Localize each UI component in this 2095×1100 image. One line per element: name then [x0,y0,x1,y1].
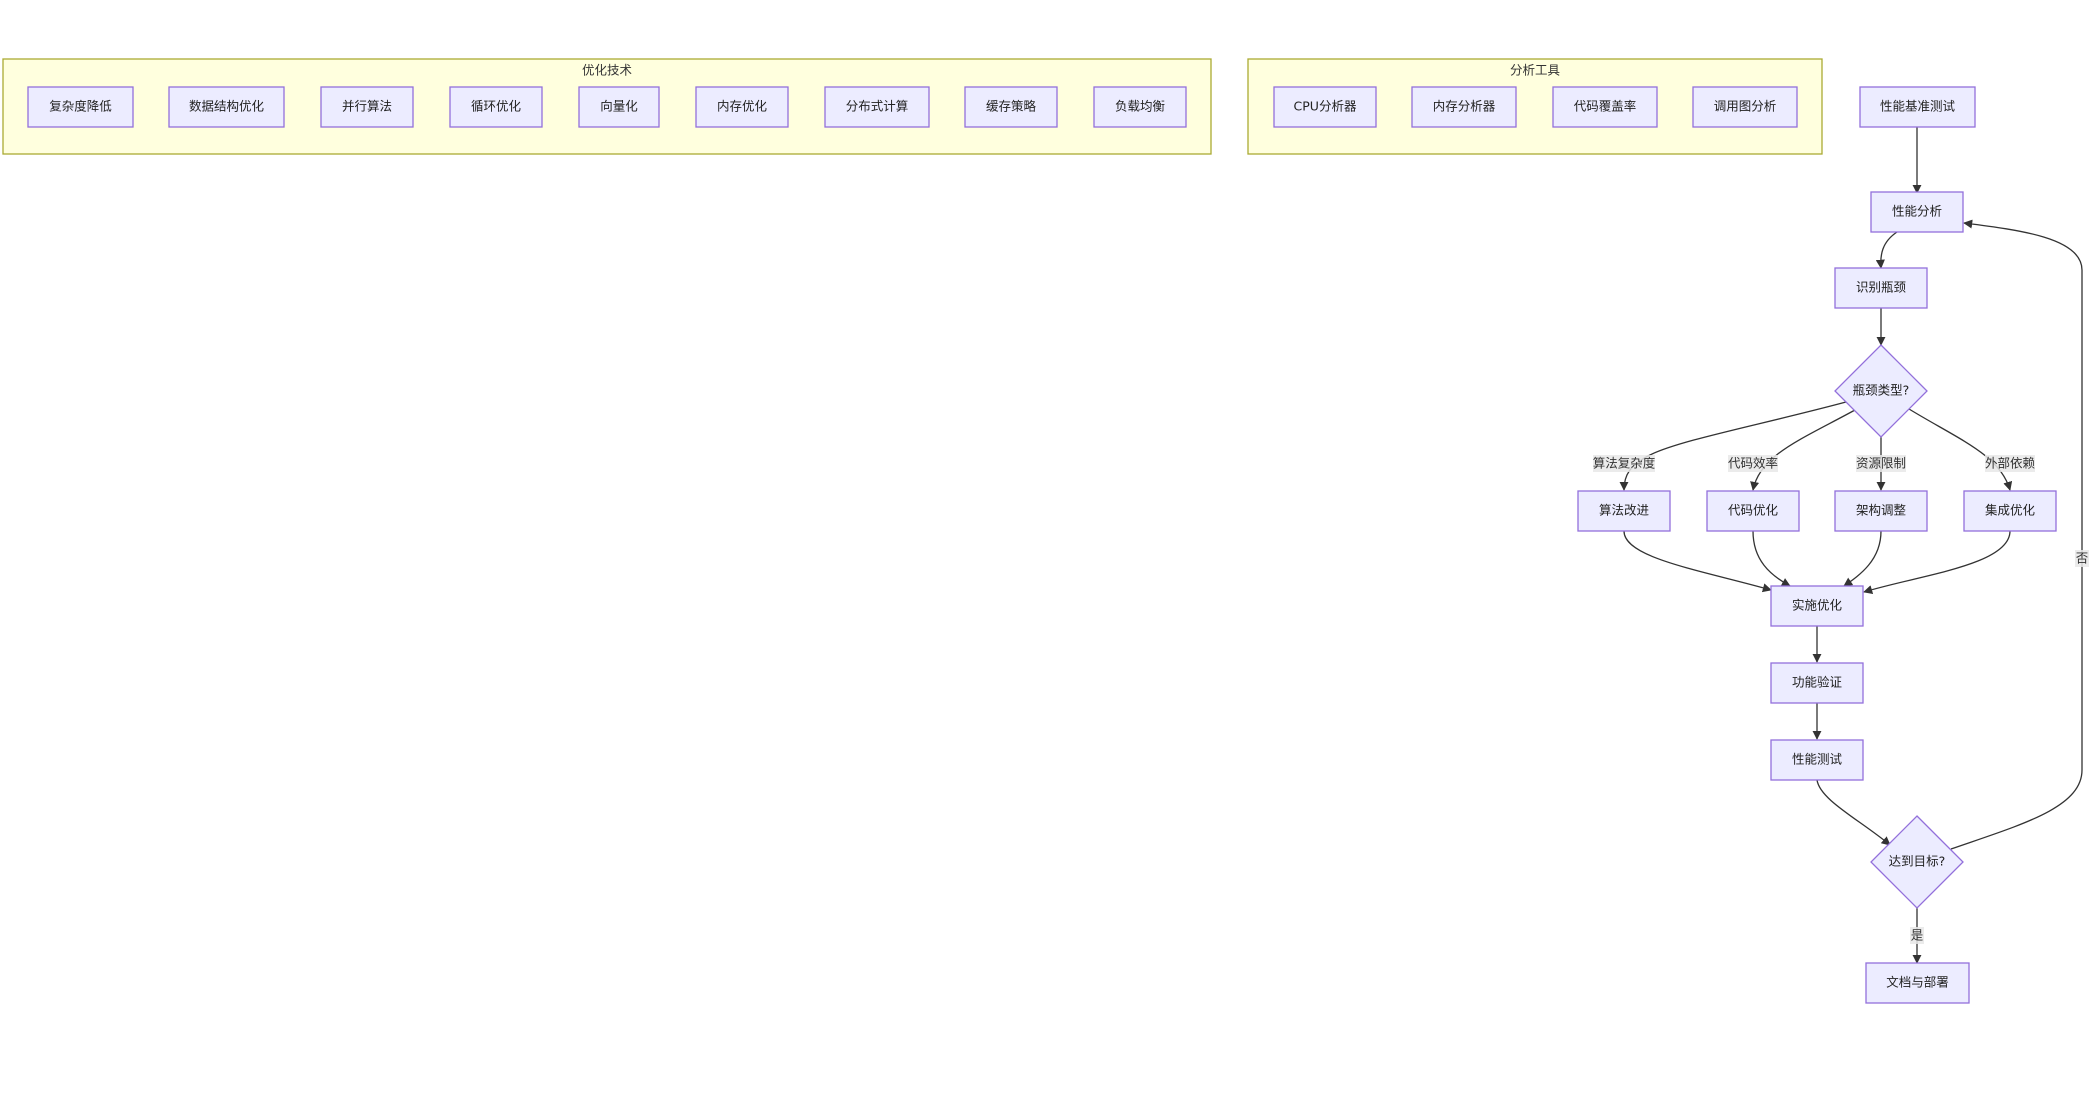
svg-text:外部依赖: 外部依赖 [1985,456,2036,471]
node-label: 向量化 [600,99,638,114]
node-label: 性能分析 [1892,204,1942,219]
node-label: CPU分析器 [1294,99,1357,114]
node-label: 调用图分析 [1714,99,1777,114]
edge-arch-to-implement [1843,530,1882,587]
node-label: 内存优化 [717,99,768,114]
edge-algo-to-implement [1623,530,1772,593]
node-label: 集成优化 [1985,503,2036,518]
node-identify-bottleneck[interactable]: 识别瓶颈 [1834,267,1928,309]
node-label: 代码优化 [1728,503,1779,518]
node-label: 性能测试 [1792,752,1843,767]
node-label: 复杂度降低 [49,99,112,114]
node-data-structure-optimization[interactable]: 数据结构优化 [168,86,285,128]
group-analysis-tools: 分析工具 CPU分析器 内存分析器 代码覆盖率 调用图分析 [1247,58,1823,155]
node-label: 性能基准测试 [1880,99,1956,114]
node-parallel-algorithm[interactable]: 并行算法 [320,86,414,128]
node-label: 代码覆盖率 [1574,99,1637,114]
node-performance-benchmark[interactable]: 性能基准测试 [1859,86,1976,128]
edge-label-external-dependency: 外部依赖 [1985,455,2036,472]
node-performance-analysis[interactable]: 性能分析 [1870,191,1964,233]
node-distributed-computing[interactable]: 分布式计算 [824,86,930,128]
node-label: 架构调整 [1856,503,1907,518]
node-label: 算法改进 [1599,503,1650,518]
svg-text:否: 否 [2076,551,2089,566]
edge-goal-to-analysis-loop [1950,219,2083,850]
group-tools-title: 分析工具 [1510,63,1561,78]
node-label: 达到目标? [1889,854,1946,869]
node-code-optimization[interactable]: 代码优化 [1706,490,1800,532]
edge-decision-to-integration [1908,408,2013,491]
svg-text:资源限制: 资源限制 [1856,456,1906,471]
edge-label-yes: 是 [1910,927,1924,944]
edge-analysis-to-identify [1875,231,1898,269]
node-label: 实施优化 [1792,598,1843,613]
edge-label-algo-complexity: 算法复杂度 [1593,455,1656,472]
node-complexity-reduction[interactable]: 复杂度降低 [27,86,134,128]
node-cpu-profiler[interactable]: CPU分析器 [1273,86,1377,128]
node-label: 瓶颈类型? [1853,383,1910,398]
edge-integration-to-implement [1863,530,2011,594]
node-load-balancing[interactable]: 负载均衡 [1093,86,1187,128]
node-label: 内存分析器 [1433,99,1496,114]
node-integration-optimization[interactable]: 集成优化 [1963,490,2057,532]
node-memory-profiler[interactable]: 内存分析器 [1411,86,1517,128]
node-vectorization[interactable]: 向量化 [578,86,660,128]
node-algorithm-improvement[interactable]: 算法改进 [1577,490,1671,532]
svg-text:算法复杂度: 算法复杂度 [1593,456,1656,471]
node-cache-strategy[interactable]: 缓存策略 [964,86,1058,128]
edge-label-no: 否 [2075,550,2089,567]
group-optimization-techniques: 优化技术 复杂度降低 数据结构优化 并行算法 循环优化 向量化 内存优化 分布式… [2,58,1212,155]
edges [1619,127,2083,964]
group-optimization-title: 优化技术 [582,63,633,78]
edge-label-code-efficiency: 代码效率 [1728,455,1778,472]
svg-text:代码效率: 代码效率 [1728,456,1778,471]
node-label: 缓存策略 [986,99,1037,114]
node-code-coverage[interactable]: 代码覆盖率 [1552,86,1658,128]
node-loop-optimization[interactable]: 循环优化 [449,86,543,128]
node-label: 并行算法 [342,99,392,114]
node-label: 功能验证 [1792,675,1843,690]
node-label: 分布式计算 [846,99,909,114]
node-label: 文档与部署 [1886,975,1949,990]
edge-label-resource-limit: 资源限制 [1856,455,1906,472]
flow-nodes: 性能基准测试 性能分析 识别瓶颈 瓶颈类型? 算法改进 代码优化 架构调整 集成… [1577,86,2057,1004]
node-label: 识别瓶颈 [1856,280,1907,295]
decision-bottleneck-type[interactable]: 瓶颈类型? [1834,344,1928,438]
node-call-graph-analysis[interactable]: 调用图分析 [1692,86,1798,128]
decision-goal-reached[interactable]: 达到目标? [1870,815,1964,909]
flowchart-diagram: 优化技术 复杂度降低 数据结构优化 并行算法 循环优化 向量化 内存优化 分布式… [2,58,2089,1004]
node-documentation-deployment[interactable]: 文档与部署 [1865,962,1970,1004]
node-performance-test[interactable]: 性能测试 [1770,739,1864,781]
edge-perftest-to-goal [1816,779,1891,846]
node-memory-optimization[interactable]: 内存优化 [695,86,789,128]
node-label: 数据结构优化 [189,99,265,114]
node-label: 负载均衡 [1115,99,1165,114]
node-architecture-adjustment[interactable]: 架构调整 [1834,490,1928,532]
svg-text:是: 是 [1911,928,1924,943]
edge-code-to-implement [1752,530,1791,587]
node-implement-optimization[interactable]: 实施优化 [1770,585,1864,627]
edge-decision-to-algo [1619,401,1847,491]
node-functional-verification[interactable]: 功能验证 [1770,662,1864,704]
node-label: 循环优化 [471,99,522,114]
